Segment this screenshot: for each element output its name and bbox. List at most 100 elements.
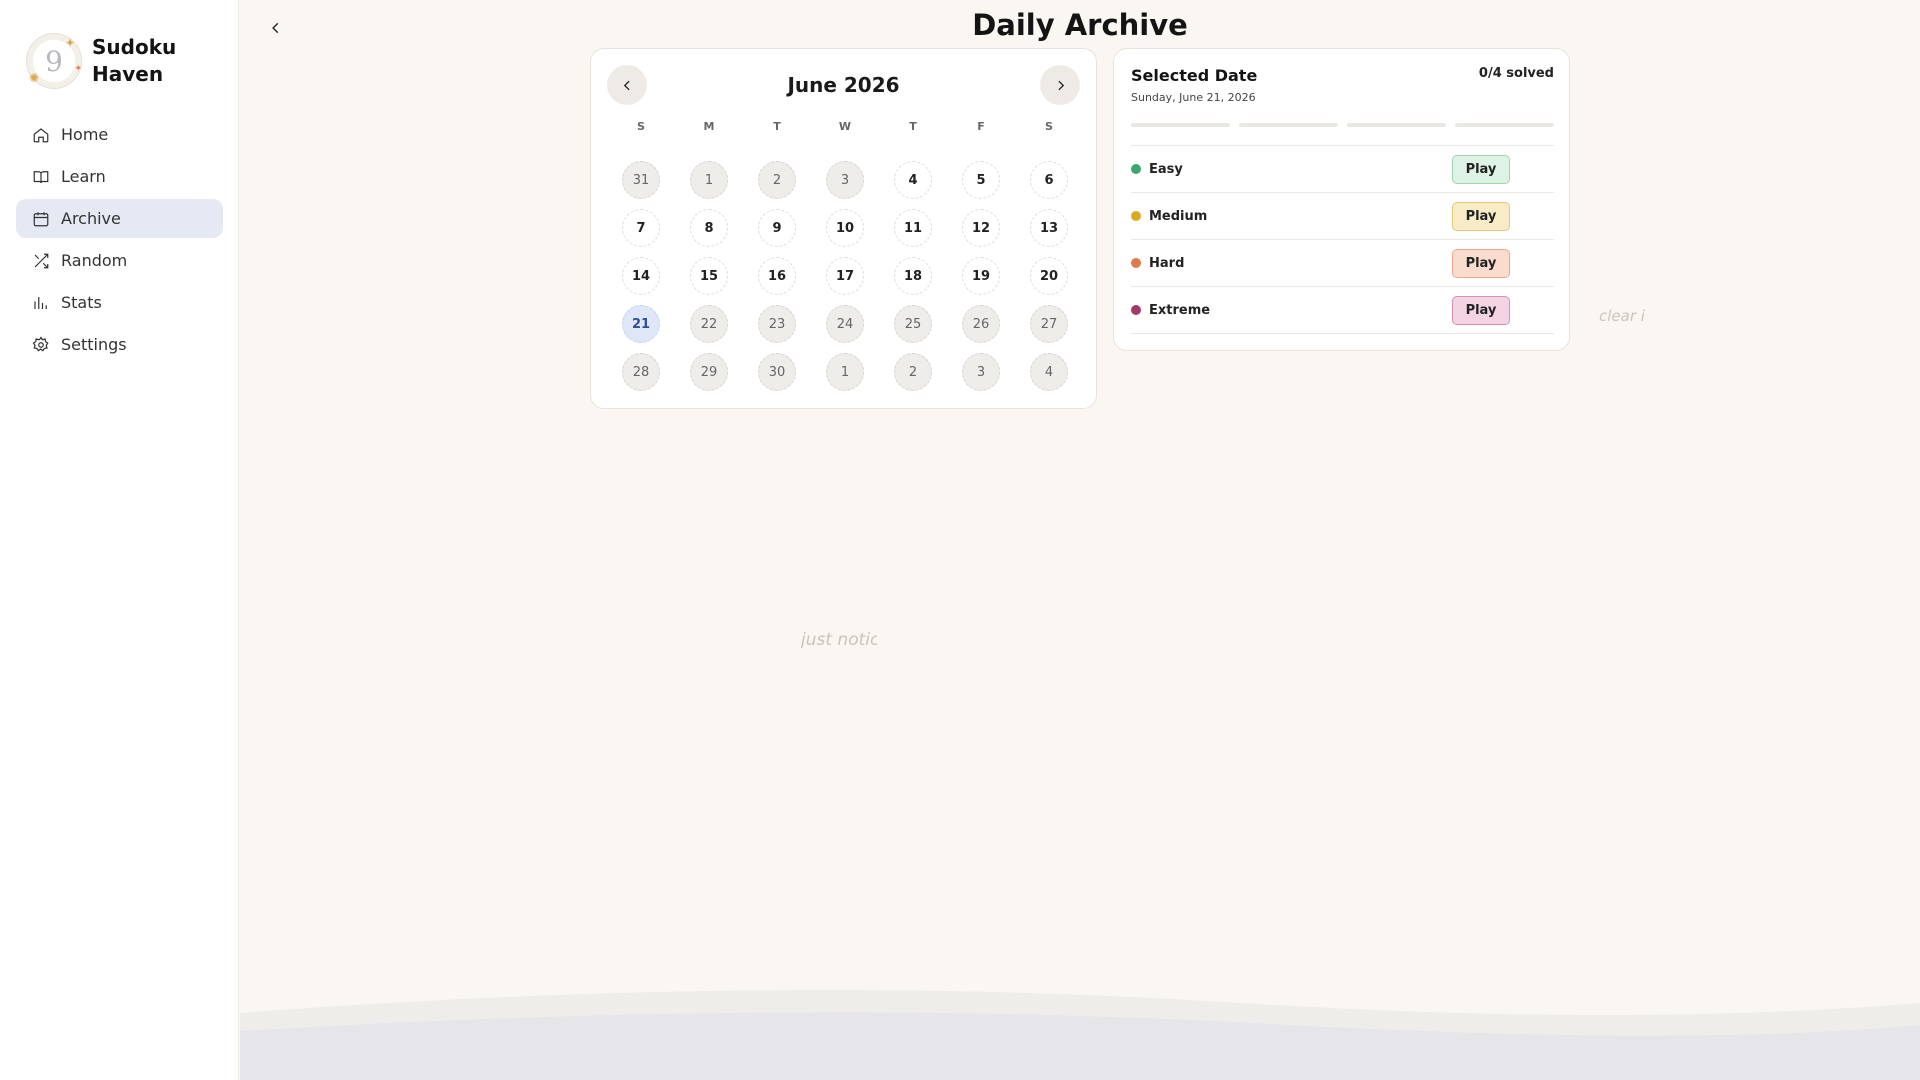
week-row: 31 1 2 3 4 5 6 xyxy=(607,156,1083,204)
calendar-day[interactable]: 3 xyxy=(826,161,864,199)
sparkle-icon: ✦ xyxy=(64,36,75,50)
calendar-day[interactable]: 20 xyxy=(1030,257,1068,295)
sidebar-item-archive[interactable]: Archive xyxy=(16,199,223,238)
week-row: 28 29 30 1 2 3 4 xyxy=(607,348,1083,396)
shuffle-icon xyxy=(34,253,49,268)
week-row: 21 22 23 24 25 26 27 xyxy=(607,300,1083,348)
calendar-day[interactable]: 2 xyxy=(758,161,796,199)
calendar-icon xyxy=(33,211,49,226)
calendar-day[interactable]: 15 xyxy=(690,257,728,295)
weekday-label: T xyxy=(773,120,781,133)
logo: 9 ✺ ✦ ✦ xyxy=(26,33,82,89)
sidebar-item-label: Archive xyxy=(61,209,121,228)
calendar-day[interactable]: 11 xyxy=(894,209,932,247)
weekday-label: S xyxy=(637,120,645,133)
back-button[interactable] xyxy=(265,15,287,41)
calendar-day[interactable]: 29 xyxy=(690,353,728,391)
calendar-day[interactable]: 5 xyxy=(962,161,1000,199)
calendar-day[interactable]: 25 xyxy=(894,305,932,343)
selected-date-value: Sunday, June 21, 2026 xyxy=(1131,91,1256,104)
play-button[interactable]: Play xyxy=(1452,202,1510,231)
difficulty-dot xyxy=(1131,258,1141,268)
calendar-day[interactable]: 4 xyxy=(1030,353,1068,391)
calendar-day[interactable]: 17 xyxy=(826,257,864,295)
sidebar-item-label: Stats xyxy=(61,293,102,312)
week-row: 7 8 9 10 11 12 13 xyxy=(607,204,1083,252)
difficulty-name: Easy xyxy=(1149,161,1183,177)
chevron-left-icon xyxy=(272,22,279,34)
difficulty-row: Medium Play xyxy=(1131,193,1554,240)
difficulty-row: Hard Play xyxy=(1131,240,1554,287)
sidebar-item-stats[interactable]: Stats xyxy=(16,283,223,322)
calendar-day[interactable]: 13 xyxy=(1030,209,1068,247)
play-button[interactable]: Play xyxy=(1452,155,1510,184)
difficulty-name: Hard xyxy=(1149,255,1185,271)
weekday-label: M xyxy=(703,120,715,133)
sidebar-item-home[interactable]: Home xyxy=(16,115,223,154)
progress-segment xyxy=(1455,123,1554,127)
ghost-text: clear i xyxy=(1599,307,1645,325)
next-month-button[interactable] xyxy=(1040,65,1080,105)
difficulty-dot xyxy=(1131,305,1141,315)
calendar-day[interactable]: 6 xyxy=(1030,161,1068,199)
sidebar-item-random[interactable]: Random xyxy=(16,241,223,280)
sun-icon: ✺ xyxy=(29,71,40,85)
difficulty-dot xyxy=(1131,211,1141,221)
page-title: Daily Archive xyxy=(972,8,1188,42)
weekday-label: F xyxy=(977,120,985,133)
solved-count: 0/4 solved xyxy=(1478,66,1554,81)
calendar-day[interactable]: 9 xyxy=(758,209,796,247)
difficulty-row: Easy Play xyxy=(1131,146,1554,193)
month-label: June 2026 xyxy=(787,73,900,97)
calendar-day[interactable]: 19 xyxy=(962,257,1000,295)
calendar-day[interactable]: 14 xyxy=(622,257,660,295)
calendar-day[interactable]: 18 xyxy=(894,257,932,295)
brand[interactable]: 9 ✺ ✦ ✦ Sudoku Haven xyxy=(26,33,182,89)
difficulty-dot xyxy=(1131,164,1141,174)
progress-segment xyxy=(1131,123,1230,127)
calendar-day[interactable]: 16 xyxy=(758,257,796,295)
calendar-day[interactable]: 31 xyxy=(622,161,660,199)
week-row: 14 15 16 17 18 19 20 xyxy=(607,252,1083,300)
calendar-day[interactable]: 26 xyxy=(962,305,1000,343)
sidebar-item-learn[interactable]: Learn xyxy=(16,157,223,196)
sidebar-item-label: Home xyxy=(61,125,109,144)
calendar-day[interactable]: 4 xyxy=(894,161,932,199)
calendar-day[interactable]: 24 xyxy=(826,305,864,343)
calendar-day[interactable]: 22 xyxy=(690,305,728,343)
calendar-day[interactable]: 8 xyxy=(690,209,728,247)
calendar-card: June 2026 S M T W T F S 31 1 2 3 4 5 6 7 8 9 10 11 1… xyxy=(590,48,1097,409)
bar-chart-icon xyxy=(34,296,47,309)
calendar-day[interactable]: 10 xyxy=(826,209,864,247)
calendar-day-selected[interactable]: 21 xyxy=(622,305,660,343)
calendar-day[interactable]: 2 xyxy=(894,353,932,391)
sidebar-item-settings[interactable]: Settings xyxy=(16,325,223,364)
decorative-waves xyxy=(240,989,1920,1080)
calendar-day[interactable]: 23 xyxy=(758,305,796,343)
sidebar-item-label: Settings xyxy=(61,335,127,354)
star-icon: ✦ xyxy=(74,64,82,74)
sidebar-nav: Home Learn Archive Random Stats Settings xyxy=(16,115,223,367)
play-button[interactable]: Play xyxy=(1452,296,1510,325)
sidebar-item-label: Learn xyxy=(61,167,106,186)
selected-date-title: Selected Date xyxy=(1131,66,1258,85)
ghost-text: just notic xyxy=(801,630,877,650)
calendar-day[interactable]: 7 xyxy=(622,209,660,247)
calendar-day[interactable]: 1 xyxy=(690,161,728,199)
progress-segment xyxy=(1347,123,1446,127)
difficulty-list: Easy Play Medium Play Hard Play Extreme Play xyxy=(1131,145,1554,334)
progress-segment xyxy=(1239,123,1338,127)
calendar-day[interactable]: 27 xyxy=(1030,305,1068,343)
calendar-day[interactable]: 3 xyxy=(962,353,1000,391)
chevron-right-icon xyxy=(1057,80,1064,90)
book-icon xyxy=(33,170,49,183)
sidebar: 9 ✺ ✦ ✦ Sudoku Haven Home Learn Archive … xyxy=(0,0,239,1080)
calendar-day[interactable]: 28 xyxy=(622,353,660,391)
sidebar-item-label: Random xyxy=(61,251,128,270)
calendar-day[interactable]: 30 xyxy=(758,353,796,391)
calendar-day[interactable]: 1 xyxy=(826,353,864,391)
selected-date-card: Selected Date Sunday, June 21, 2026 0/4 … xyxy=(1113,48,1570,351)
difficulty-name: Medium xyxy=(1149,208,1208,224)
play-button[interactable]: Play xyxy=(1452,249,1510,278)
calendar-day[interactable]: 12 xyxy=(962,209,1000,247)
